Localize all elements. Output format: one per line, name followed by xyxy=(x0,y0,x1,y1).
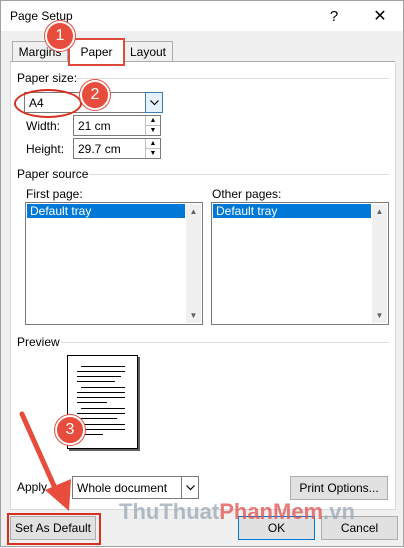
annotation-arrow xyxy=(19,411,71,511)
page-setup-dialog: Page Setup ? ✕ Margins Layout Paper Pape… xyxy=(0,0,404,547)
